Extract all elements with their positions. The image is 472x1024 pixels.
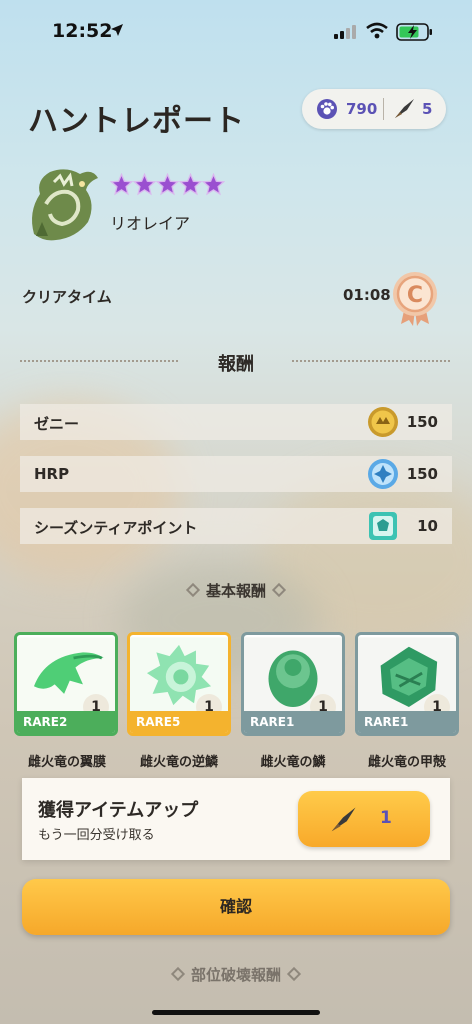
item-name: 雌火竜の鱗 — [260, 755, 326, 770]
star-icon — [179, 173, 202, 196]
star-icon — [156, 173, 179, 196]
part-break-heading: 部位破壊報酬 — [0, 964, 472, 985]
season-tier-icon — [369, 512, 397, 540]
item-card[interactable]: 1 RARE2 — [14, 632, 118, 736]
reward-row-zenny: ゼニー 150 — [20, 404, 452, 440]
rank-letter: C — [407, 283, 423, 308]
bonus-ticket-count: 1 — [380, 808, 392, 828]
location-arrow-icon — [111, 24, 123, 36]
star-icon — [202, 173, 225, 196]
hrp-icon — [368, 459, 398, 489]
reward-row-hrp: HRP 150 — [20, 456, 452, 492]
reward-label: シーズンティアポイント — [34, 519, 198, 537]
clear-time-label: クリアタイム — [22, 288, 112, 306]
clear-time-value: 01:08 — [343, 286, 391, 304]
currency-divider — [383, 98, 384, 120]
cellular-signal-icon — [334, 25, 356, 39]
rarity-label: RARE1 — [244, 711, 342, 733]
item-name: 雌火竜の翼膜 — [27, 755, 106, 770]
reward-value: 150 — [406, 465, 438, 483]
item-name: 雌火竜の逆鱗 — [139, 755, 218, 770]
wifi-icon — [366, 22, 388, 39]
basic-rewards-title: 基本報酬 — [205, 582, 266, 600]
star-icon — [110, 173, 133, 196]
reward-row-season-tier: シーズンティアポイント 10 — [20, 508, 452, 544]
home-indicator[interactable] — [152, 1010, 320, 1015]
monster-name: リオレイア — [110, 214, 191, 233]
rathian-monster-icon — [32, 169, 98, 241]
rarity-label: RARE5 — [130, 711, 228, 733]
diamond-ornament-icon — [271, 582, 287, 598]
bonus-claim-button[interactable]: 1 — [298, 791, 430, 847]
reward-label: HRP — [34, 465, 70, 483]
rewards-title: 報酬 — [218, 354, 254, 375]
diamond-ornament-icon — [170, 966, 186, 982]
bonus-title: 獲得アイテムアップ — [38, 800, 199, 821]
ticket-count: 5 — [422, 100, 433, 118]
rarity-label: RARE2 — [17, 711, 115, 733]
confirm-button[interactable]: 確認 — [22, 879, 450, 935]
knife-ticket-icon — [395, 99, 414, 118]
star-rating — [110, 173, 225, 196]
reward-value: 150 — [406, 413, 438, 431]
status-bar: 12:52 — [0, 0, 472, 60]
diamond-ornament-icon — [185, 582, 201, 598]
battery-charging-icon — [396, 23, 432, 41]
rank-c-medal-icon: C — [393, 272, 437, 326]
basic-rewards-heading: 基本報酬 — [0, 580, 472, 601]
reward-label: ゼニー — [34, 415, 80, 433]
part-break-title: 部位破壊報酬 — [190, 966, 281, 984]
item-card[interactable]: 1 RARE1 — [355, 632, 459, 736]
page-title: ハントレポート — [28, 104, 245, 139]
item-card[interactable]: 1 RARE1 — [241, 632, 345, 736]
rarity-label: RARE1 — [358, 711, 456, 733]
item-name: 雌火竜の甲殻 — [367, 755, 446, 770]
bonus-popup: 獲得アイテムアップ もう一回分受け取る 1 — [22, 778, 450, 860]
bonus-subtitle: もう一回分受け取る — [38, 828, 155, 843]
gem-paw-icon — [317, 99, 337, 119]
status-time: 12:52 — [52, 20, 113, 42]
gem-count: 790 — [346, 100, 378, 118]
reward-value: 10 — [417, 517, 438, 535]
currency-bar[interactable]: 790 5 — [302, 89, 446, 129]
zenny-coin-icon — [368, 407, 398, 437]
star-icon — [133, 173, 156, 196]
item-card[interactable]: 1 RARE5 — [127, 632, 231, 736]
knife-ticket-icon — [331, 807, 356, 832]
diamond-ornament-icon — [286, 966, 302, 982]
